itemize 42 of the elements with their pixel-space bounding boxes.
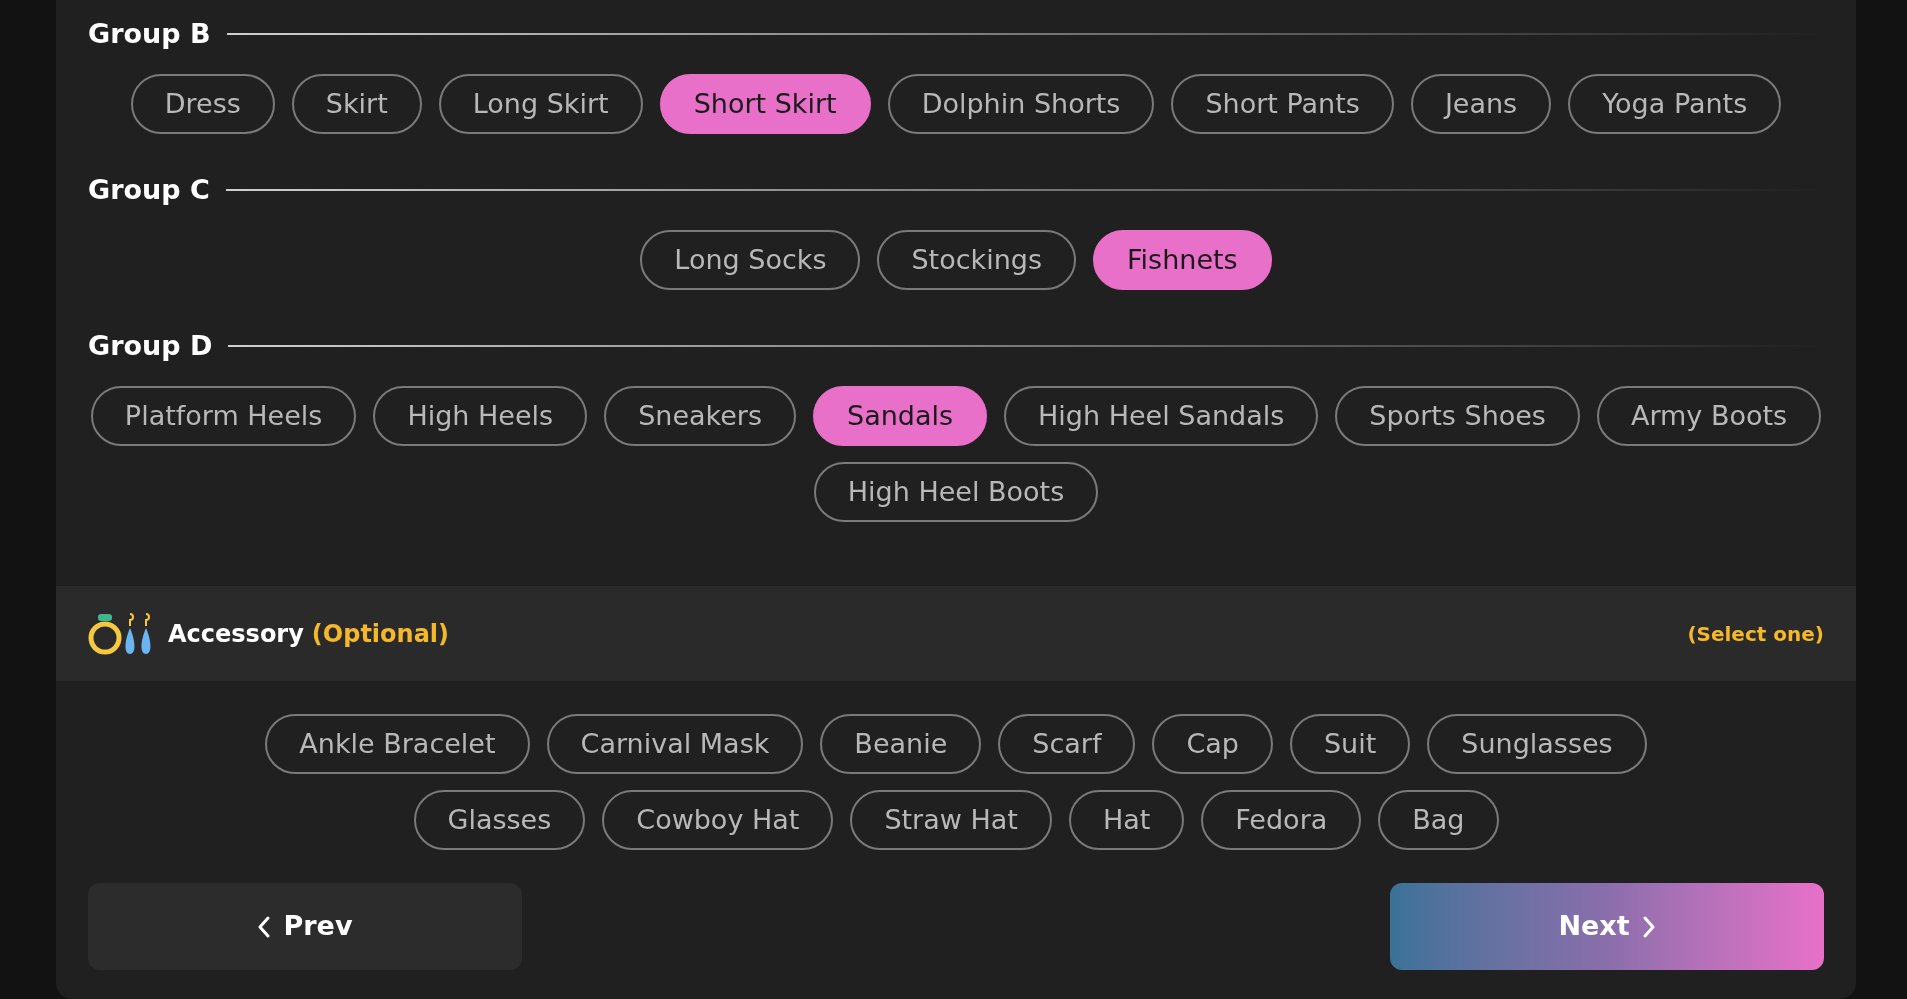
option-chip[interactable]: Sunglasses (1427, 714, 1647, 774)
option-chip[interactable]: Stockings (877, 230, 1077, 290)
option-chip[interactable]: High Heel Boots (813, 462, 1099, 522)
option-chip[interactable]: Skirt (291, 74, 422, 134)
option-chip[interactable]: Sports Shoes (1335, 386, 1580, 446)
option-chip[interactable]: Straw Hat (850, 790, 1052, 850)
option-chip[interactable]: Hat (1068, 790, 1185, 850)
option-chip[interactable]: Short Skirt (659, 74, 871, 134)
option-chip[interactable]: Army Boots (1596, 386, 1822, 446)
chevron-right-icon (1641, 915, 1656, 938)
group-title: Group D (88, 328, 213, 363)
option-chip[interactable]: Glasses (413, 790, 586, 850)
option-chip[interactable]: Ankle Bracelet (265, 714, 530, 774)
optional-label: (Optional) (311, 618, 450, 650)
option-chip[interactable]: Bag (1378, 790, 1499, 850)
option-chip[interactable]: High Heel Sandals (1004, 386, 1319, 446)
option-chip[interactable]: Cowboy Hat (602, 790, 834, 850)
option-chip[interactable]: Cap (1152, 714, 1273, 774)
option-chip[interactable]: Fedora (1201, 790, 1362, 850)
selection-hint: (Select one) (1687, 620, 1824, 648)
group-title: Group C (88, 172, 210, 207)
option-chip[interactable]: Scarf (998, 714, 1136, 774)
option-chip[interactable]: Beanie (820, 714, 982, 774)
option-chip[interactable]: Sandals (813, 386, 988, 446)
accessory-title: Accessory (168, 618, 304, 650)
prev-button[interactable]: Prev (88, 883, 522, 970)
option-chip[interactable]: Yoga Pants (1568, 74, 1782, 134)
option-chip[interactable]: Platform Heels (90, 386, 357, 446)
next-button[interactable]: Next (1390, 883, 1824, 970)
option-chip[interactable]: Fishnets (1093, 230, 1272, 290)
option-chip[interactable]: Jeans (1410, 74, 1552, 134)
option-chip[interactable]: Short Pants (1171, 74, 1394, 134)
option-chip[interactable]: Long Socks (640, 230, 861, 290)
option-chip[interactable]: High Heels (373, 386, 588, 446)
option-chip[interactable]: Suit (1289, 714, 1411, 774)
chevron-left-icon (257, 915, 272, 938)
option-chip[interactable]: Carnival Mask (546, 714, 804, 774)
option-chip[interactable]: Dress (130, 74, 275, 134)
group-title: Group B (88, 16, 211, 51)
option-chip[interactable]: Dolphin Shorts (887, 74, 1155, 134)
option-chip[interactable]: Long Skirt (438, 74, 643, 134)
option-chip[interactable]: Sneakers (604, 386, 796, 446)
